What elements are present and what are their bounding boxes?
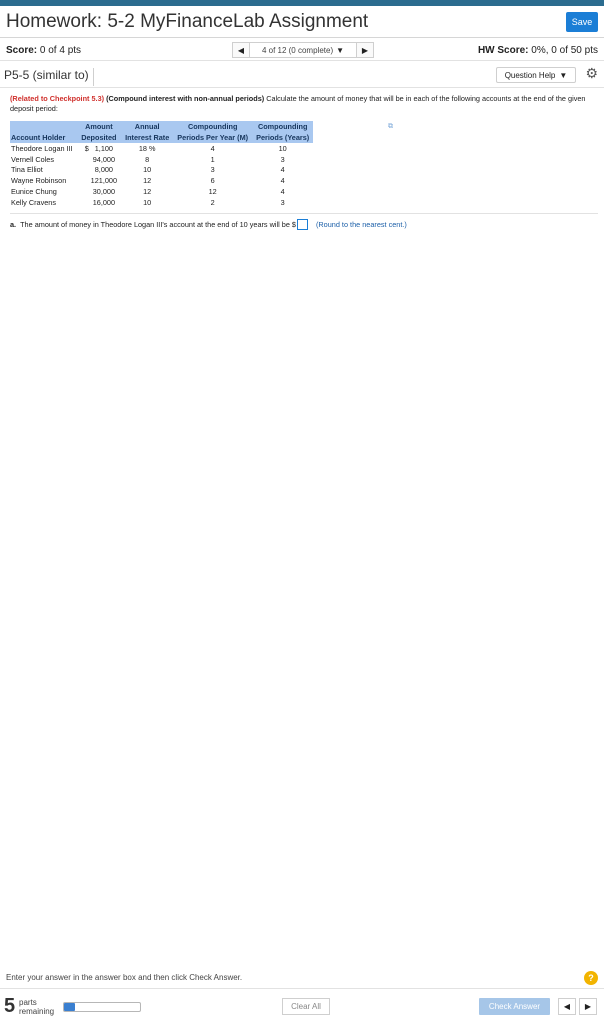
parts-remaining-count: 5	[4, 995, 16, 1017]
header-periods-line2: Periods Per Year (M)	[173, 132, 253, 143]
footer-bar: 5 parts remaining Clear All Check Answer…	[0, 988, 604, 1024]
amount-value: 121,000	[90, 176, 118, 186]
cell-amount: 30,000	[77, 186, 121, 197]
cell-amount: 121,000	[77, 175, 121, 186]
related-checkpoint: (Related to Checkpoint 5.3)	[10, 94, 105, 103]
currency-symbol: $	[84, 143, 89, 153]
question-prompt: (Related to Checkpoint 5.3) (Compound in…	[10, 94, 594, 114]
header-amount-line2: Deposited	[76, 132, 122, 143]
cell-years: 4	[280, 187, 285, 197]
previous-question-footer-button[interactable]: ◀	[558, 998, 576, 1015]
cell-holder: Tina Elliot	[11, 165, 43, 175]
cell-years: 3	[280, 197, 285, 207]
cell-periods: 1	[210, 154, 215, 164]
instruction-hint: Enter your answer in the answer box and …	[6, 973, 243, 982]
question-topic: (Compound interest with non-annual perio…	[106, 94, 265, 103]
check-answer-button[interactable]: Check Answer	[479, 998, 550, 1015]
progress-fill	[64, 1003, 76, 1011]
amount-value: 8,000	[94, 165, 113, 175]
header-rate-line2: Interest Rate	[121, 132, 174, 143]
cell-years: 3	[280, 154, 285, 164]
cell-periods: 6	[210, 176, 215, 186]
parts-label-line1: parts	[19, 998, 37, 1007]
cell-amount: 94,000	[77, 154, 121, 165]
amount-value: 94,000	[92, 154, 116, 164]
table-row: Vernell Coles 94,000 8 1 3	[10, 154, 313, 165]
table-row: Kelly Cravens 16,000 10 2 3	[10, 197, 313, 208]
question-header: P5-5 (similar to) Question Help ▼ ⚙	[0, 62, 604, 88]
cell-rate: 10	[143, 165, 152, 175]
cell-periods: 2	[210, 197, 215, 207]
previous-question-button[interactable]: ◀	[232, 42, 250, 58]
question-selector-dropdown[interactable]: 4 of 12 (0 complete) ▼	[250, 42, 356, 58]
header-periods-line1: Compounding	[173, 121, 253, 132]
score: Score: 0 of 4 pts	[6, 45, 81, 56]
header-rate-line1: Annual	[121, 121, 174, 132]
hw-score-label: HW Score:	[477, 45, 529, 56]
parts-remaining-label: parts remaining	[19, 998, 54, 1016]
save-button[interactable]: Save	[566, 12, 598, 32]
hw-score-value: 0%, 0 of 50 pts	[531, 45, 598, 56]
caret-down-icon: ▼	[559, 70, 568, 80]
amount-value: 30,000	[92, 187, 116, 197]
next-question-footer-button[interactable]: ▶	[579, 998, 597, 1015]
cell-holder: Vernell Coles	[11, 154, 54, 164]
table-row: Eunice Chung 30,000 12 12 4	[10, 186, 313, 197]
header-account-holder: Account Holder	[10, 121, 77, 143]
part-a-label: a.	[10, 220, 17, 229]
gear-icon[interactable]: ⚙	[585, 65, 598, 82]
amount-value: 1,100	[94, 143, 113, 153]
header: Homework: 5-2 MyFinanceLab Assignment Sa…	[0, 6, 604, 38]
divider	[10, 213, 598, 214]
header-years-line2: Periods (Years)	[252, 132, 314, 143]
hw-score: HW Score: 0%, 0 of 50 pts	[478, 45, 598, 56]
table-row: Theodore Logan III $1,100 18 % 4 10	[10, 143, 313, 154]
answer-input[interactable]	[296, 219, 308, 230]
question-navigator: ◀ 4 of 12 (0 complete) ▼ ▶	[232, 42, 374, 58]
table-row: Wayne Robinson 121,000 12 6 4	[10, 175, 313, 186]
next-question-button[interactable]: ▶	[356, 42, 374, 58]
score-bar: Score: 0 of 4 pts ◀ 4 of 12 (0 complete)…	[0, 39, 604, 61]
rounding-note: (Round to the nearest cent.)	[315, 220, 407, 229]
question-id: P5-5 (similar to)	[4, 68, 94, 86]
amount-value: 16,000	[92, 197, 116, 207]
cell-holder: Eunice Chung	[11, 187, 57, 197]
header-amount-line1: Amount	[76, 121, 122, 132]
progress-bar	[63, 1002, 141, 1012]
question-selector-label: 4 of 12 (0 complete)	[261, 45, 334, 55]
cell-rate: 12	[143, 187, 152, 197]
cell-periods: 4	[210, 143, 215, 153]
table-row: Tina Elliot 8,000 10 3 4	[10, 165, 313, 176]
cell-rate: 8	[145, 154, 150, 164]
cell-amount: 8,000	[77, 165, 121, 176]
cell-amount: 16,000	[77, 197, 121, 208]
page-title: Homework: 5-2 MyFinanceLab Assignment	[6, 11, 369, 32]
cell-holder: Kelly Cravens	[11, 197, 57, 207]
parts-label-line2: remaining	[19, 1007, 55, 1016]
accounts-table: Account Holder Amount Annual Compounding…	[10, 121, 314, 208]
score-label: Score:	[6, 45, 38, 56]
header-years-line1: Compounding	[252, 121, 314, 132]
cell-years: 4	[280, 176, 285, 186]
cell-years: 10	[278, 143, 287, 153]
cell-periods: 12	[208, 187, 217, 197]
clear-all-button[interactable]: Clear All	[282, 998, 330, 1015]
copy-table-icon[interactable]: ⧉	[388, 123, 396, 131]
part-a: a. The amount of money in Theodore Logan…	[10, 219, 407, 230]
cell-amount: $1,100	[77, 143, 121, 154]
score-value: 0 of 4 pts	[39, 45, 82, 56]
cell-rate: 18 %	[138, 143, 156, 153]
cell-periods: 3	[210, 165, 215, 175]
cell-years: 4	[280, 165, 285, 175]
caret-down-icon: ▼	[336, 45, 345, 55]
cell-rate: 12	[143, 176, 152, 186]
question-help-label: Question Help	[504, 70, 556, 80]
help-icon[interactable]: ?	[584, 971, 598, 985]
cell-holder: Theodore Logan III	[11, 143, 73, 153]
question-content: (Related to Checkpoint 5.3) (Compound in…	[10, 94, 598, 230]
cell-holder: Wayne Robinson	[11, 176, 67, 186]
question-help-button[interactable]: Question Help ▼	[496, 67, 576, 83]
part-a-text: The amount of money in Theodore Logan II…	[20, 220, 296, 229]
cell-rate: 10	[143, 197, 152, 207]
